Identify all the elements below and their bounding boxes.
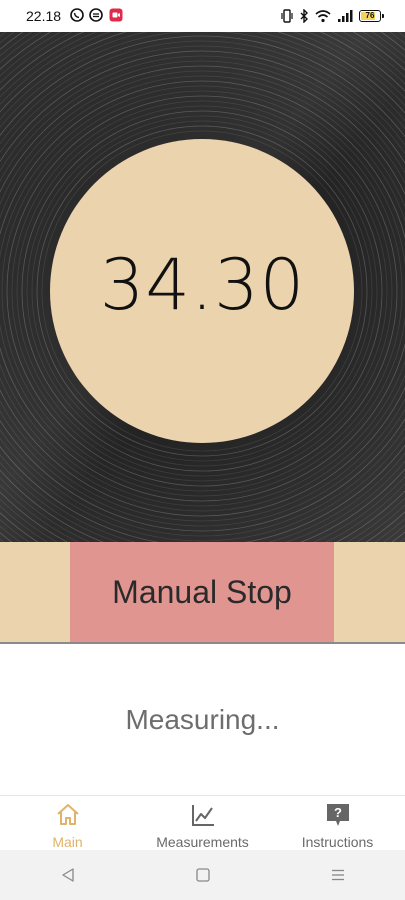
battery-icon: 76: [359, 10, 384, 22]
system-back-button[interactable]: [38, 855, 98, 895]
system-navigation-bar: [0, 850, 405, 900]
nav-label-instructions: Instructions: [301, 834, 374, 850]
signal-icon: [338, 10, 353, 22]
timer-display: 34.30: [99, 244, 306, 326]
system-recents-button[interactable]: [308, 855, 368, 895]
svg-text:?: ?: [334, 805, 342, 820]
vibrate-icon: [281, 9, 293, 23]
bluetooth-icon: [300, 9, 308, 23]
back-icon: [61, 868, 74, 882]
nav-item-main[interactable]: Main: [0, 796, 135, 850]
measuring-status: Measuring...: [125, 704, 280, 735]
chart-icon: [191, 805, 214, 826]
whatsapp-icon: [70, 8, 84, 22]
recents-menu-icon: [331, 869, 344, 881]
wifi-icon: [315, 10, 331, 23]
nav-item-measurements[interactable]: Measurements: [135, 796, 270, 850]
help-icon: ?: [326, 804, 349, 826]
status-time: 22.18: [26, 8, 62, 24]
system-home-button[interactable]: [173, 855, 233, 895]
vinyl-record-panel: 34.30: [0, 32, 405, 542]
screen-record-icon: [109, 8, 123, 22]
status-icons: 76: [281, 8, 384, 24]
nav-label-measurements: Measurements: [156, 834, 249, 850]
message-icon: [89, 8, 103, 22]
nav-label-main: Main: [52, 834, 83, 850]
action-strip: Manual Stop: [0, 542, 405, 644]
status-bar: 22.18 76: [0, 0, 405, 32]
battery-level: 76: [365, 11, 375, 20]
nav-item-instructions[interactable]: ? Instructions: [270, 796, 405, 850]
manual-stop-button[interactable]: Manual Stop: [70, 542, 334, 642]
home-square-icon: [195, 868, 210, 882]
home-icon: [56, 804, 79, 825]
bottom-navigation: Main Measurements ? Instructions: [0, 795, 405, 850]
